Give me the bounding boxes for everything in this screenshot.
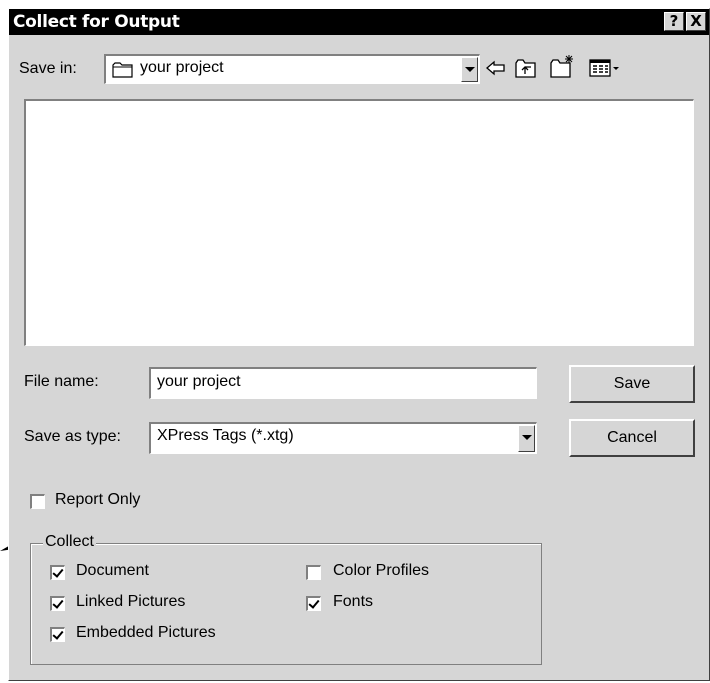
embedded-pictures-label: Embedded Pictures [76,624,216,641]
collect-group-label: Collect [43,533,96,551]
linked-pictures-label: Linked Pictures [76,593,186,610]
cancel-button[interactable]: Cancel [569,419,695,457]
fonts-checkbox[interactable] [306,596,321,611]
embedded-pictures-checkbox[interactable] [50,627,65,642]
chevron-down-icon[interactable] [518,425,535,452]
collect-for-output-dialog: Collect for Output ? X Save in: your pro… [8,8,710,681]
folder-icon [112,62,133,78]
file-name-label: File name: [24,373,99,390]
document-label: Document [76,562,149,579]
report-only-label: Report Only [55,491,141,508]
close-button[interactable]: X [686,12,706,31]
collect-group: Collect Document Linked Pictures Embedde… [30,533,542,665]
save-as-type-value: XPress Tags (*.xtg) [157,427,294,444]
linked-pictures-checkbox[interactable] [50,596,65,611]
color-profiles-checkbox[interactable] [306,565,321,580]
report-only-checkbox[interactable] [30,494,45,509]
color-profiles-label: Color Profiles [333,562,430,579]
chevron-down-icon[interactable] [461,57,478,82]
new-folder-icon[interactable] [549,54,577,79]
save-in-dropdown[interactable]: your project [104,54,480,84]
save-in-label: Save in: [19,60,77,77]
dialog-title: Collect for Output [13,12,180,32]
save-as-type-label: Save as type: [24,428,121,445]
save-as-type-dropdown[interactable]: XPress Tags (*.xtg) [149,422,537,454]
up-folder-icon[interactable] [514,57,538,79]
view-menu-icon[interactable] [589,59,621,77]
save-button[interactable]: Save [569,365,695,403]
title-bar: Collect for Output ? X [9,9,709,35]
help-button[interactable]: ? [664,12,684,31]
file-name-value: your project [157,373,241,390]
document-checkbox[interactable] [50,565,65,580]
back-arrow-icon[interactable] [485,59,507,77]
fonts-label: Fonts [333,593,374,610]
file-name-field[interactable]: your project [149,367,537,399]
save-in-value: your project [140,59,224,76]
file-list[interactable] [24,99,694,346]
